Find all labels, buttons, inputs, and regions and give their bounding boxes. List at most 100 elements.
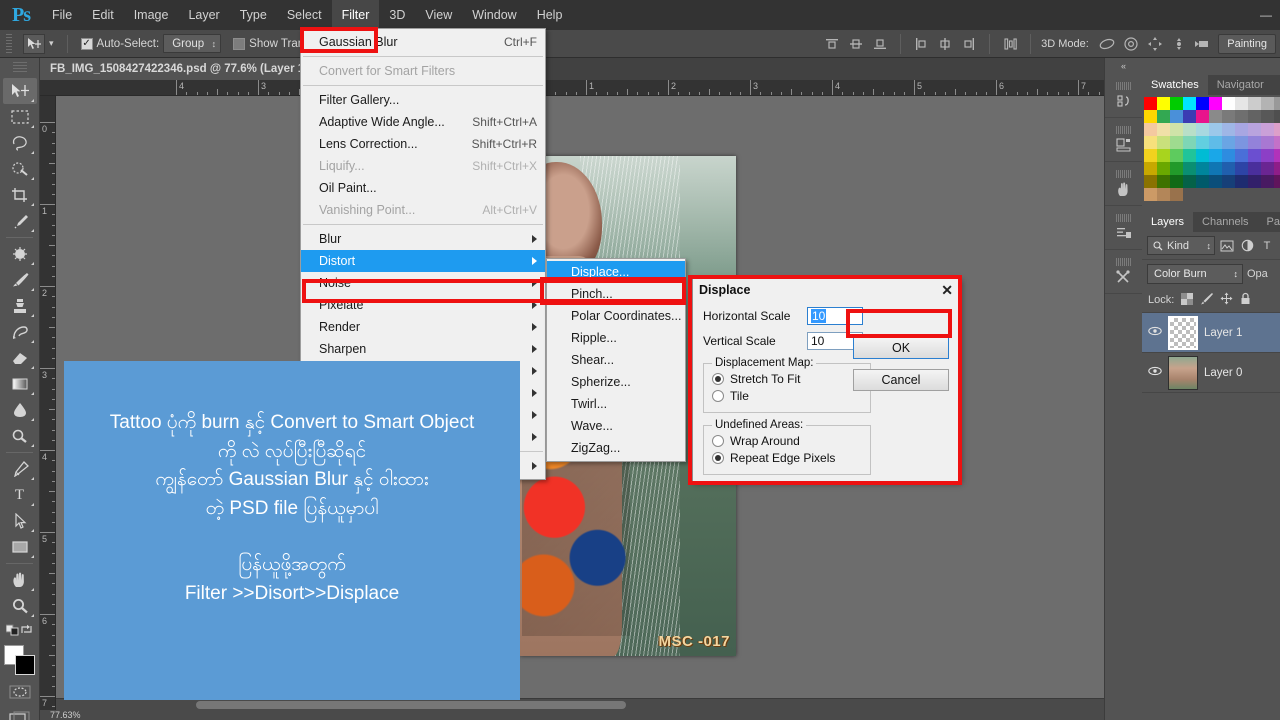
color-swatch[interactable] bbox=[1157, 188, 1170, 201]
tool-clone-stamp[interactable] bbox=[3, 293, 37, 319]
color-swatches[interactable] bbox=[3, 645, 37, 677]
tab-navigator[interactable]: Navigator bbox=[1208, 75, 1273, 95]
toolbox-grip[interactable] bbox=[12, 62, 27, 74]
horizontal-scale-input[interactable]: 10 bbox=[807, 307, 863, 325]
tool-spot-healing-brush[interactable] bbox=[3, 241, 37, 267]
layer-visibility-icon[interactable] bbox=[1148, 366, 1162, 379]
radio-repeat-edge-pixels[interactable]: Repeat Edge Pixels bbox=[712, 451, 862, 465]
tool-path-selection[interactable] bbox=[3, 508, 37, 534]
layer-name[interactable]: Layer 0 bbox=[1204, 367, 1242, 379]
3d-panel-icon[interactable] bbox=[1105, 118, 1143, 162]
menu-layer[interactable]: Layer bbox=[178, 0, 229, 30]
history-panel-icon[interactable] bbox=[1105, 74, 1143, 118]
transparency-lock-icon[interactable] bbox=[1181, 292, 1194, 308]
submenu-item-wave[interactable]: Wave... bbox=[547, 415, 685, 437]
radio-icon[interactable] bbox=[712, 435, 724, 447]
3d-pan-icon[interactable] bbox=[1146, 35, 1164, 53]
workspace-switcher[interactable]: Painting bbox=[1218, 33, 1276, 54]
color-swatch[interactable] bbox=[1274, 162, 1280, 175]
tool-blur[interactable] bbox=[3, 397, 37, 423]
tool-quick-selection[interactable] bbox=[3, 156, 37, 182]
tool-history-brush[interactable] bbox=[3, 319, 37, 345]
color-swatch[interactable] bbox=[1261, 123, 1274, 136]
quick-mask-toggle[interactable] bbox=[3, 679, 37, 705]
show-transform-group[interactable]: ✓ Show Tran bbox=[227, 33, 310, 55]
align-left-edges-icon[interactable] bbox=[912, 35, 930, 53]
tool-rectangle[interactable] bbox=[3, 534, 37, 560]
color-swatch[interactable] bbox=[1144, 175, 1157, 188]
radio-icon[interactable] bbox=[712, 452, 724, 464]
menu-item-lens-correction[interactable]: Lens Correction... Shift+Ctrl+R bbox=[301, 133, 545, 155]
color-swatch[interactable] bbox=[1196, 162, 1209, 175]
menu-item-liquify[interactable]: Liquify... Shift+Ctrl+X bbox=[301, 155, 545, 177]
color-swatch[interactable] bbox=[1157, 136, 1170, 149]
color-swatch[interactable] bbox=[1274, 136, 1280, 149]
menu-item-filter-gallery[interactable]: Filter Gallery... bbox=[301, 89, 545, 111]
align-vertical-centers-icon[interactable] bbox=[847, 35, 865, 53]
all-lock-icon[interactable] bbox=[1240, 292, 1251, 308]
submenu-item-zigzag[interactable]: ZigZag... bbox=[547, 437, 685, 459]
color-swatch[interactable] bbox=[1157, 110, 1170, 123]
menu-item-gaussian-blur[interactable]: Gaussian Blur Ctrl+F bbox=[301, 31, 545, 53]
layer-thumbnail[interactable] bbox=[1168, 355, 1198, 390]
tool-eraser[interactable] bbox=[3, 345, 37, 371]
tool-presets-panel-icon[interactable] bbox=[1105, 250, 1143, 294]
tool-pen[interactable] bbox=[3, 456, 37, 482]
color-swatch[interactable] bbox=[1235, 136, 1248, 149]
color-swatch[interactable] bbox=[1222, 123, 1235, 136]
color-swatch[interactable] bbox=[1144, 149, 1157, 162]
paragraph-panel-icon[interactable] bbox=[1105, 206, 1143, 250]
radio-icon[interactable] bbox=[712, 373, 724, 385]
menu-item-noise[interactable]: Noise bbox=[301, 272, 545, 294]
color-swatch[interactable] bbox=[1144, 188, 1157, 201]
layer-visibility-icon[interactable] bbox=[1148, 326, 1162, 339]
color-swatch[interactable] bbox=[1196, 136, 1209, 149]
tool-hand[interactable] bbox=[3, 567, 37, 593]
color-swatch[interactable] bbox=[1157, 162, 1170, 175]
tool-eyedropper[interactable] bbox=[3, 208, 37, 234]
background-color-swatch[interactable] bbox=[14, 655, 35, 675]
color-swatch[interactable] bbox=[1144, 97, 1157, 110]
color-swatch[interactable] bbox=[1209, 123, 1222, 136]
color-swatch[interactable] bbox=[1144, 123, 1157, 136]
color-swatch[interactable] bbox=[1170, 123, 1183, 136]
color-swatch[interactable] bbox=[1183, 175, 1196, 188]
color-swatch[interactable] bbox=[1209, 97, 1222, 110]
menu-help[interactable]: Help bbox=[527, 0, 573, 30]
auto-select-group[interactable]: ✓ Auto-Select: Group bbox=[75, 33, 228, 55]
color-swatch[interactable] bbox=[1261, 110, 1274, 123]
color-swatch[interactable] bbox=[1222, 175, 1235, 188]
color-swatch[interactable] bbox=[1170, 149, 1183, 162]
minimize-icon[interactable]: — bbox=[1252, 0, 1280, 30]
color-swatch[interactable] bbox=[1248, 162, 1261, 175]
color-swatch[interactable] bbox=[1183, 162, 1196, 175]
color-swatch[interactable] bbox=[1248, 123, 1261, 136]
color-swatch[interactable] bbox=[1170, 97, 1183, 110]
active-tool-indicator[interactable]: ▾ bbox=[17, 33, 60, 55]
3d-slide-icon[interactable] bbox=[1170, 35, 1188, 53]
menu-window[interactable]: Window bbox=[462, 0, 526, 30]
color-swatch[interactable] bbox=[1222, 136, 1235, 149]
options-bar-grip[interactable] bbox=[6, 33, 12, 54]
tool-brush[interactable] bbox=[3, 267, 37, 293]
auto-select-checkbox[interactable]: ✓ bbox=[80, 37, 93, 50]
color-swatch[interactable] bbox=[1274, 110, 1280, 123]
default-colors-icon[interactable] bbox=[5, 623, 19, 641]
color-swatch[interactable] bbox=[1248, 149, 1261, 162]
color-swatch[interactable] bbox=[1235, 110, 1248, 123]
clone-source-panel-icon[interactable] bbox=[1105, 162, 1143, 206]
color-swatch[interactable] bbox=[1274, 175, 1280, 188]
menu-3d[interactable]: 3D bbox=[379, 0, 415, 30]
scrollbar-thumb[interactable] bbox=[196, 701, 626, 709]
menu-view[interactable]: View bbox=[415, 0, 462, 30]
color-swatch[interactable] bbox=[1261, 162, 1274, 175]
tab-layers[interactable]: Layers bbox=[1142, 212, 1194, 232]
color-swatch[interactable] bbox=[1274, 149, 1280, 162]
layer-row-layer-0[interactable]: Layer 0 bbox=[1142, 353, 1280, 393]
color-swatch[interactable] bbox=[1209, 149, 1222, 162]
color-swatch[interactable] bbox=[1235, 149, 1248, 162]
color-swatch[interactable] bbox=[1222, 110, 1235, 123]
color-swatch[interactable] bbox=[1196, 149, 1209, 162]
3d-roll-icon[interactable] bbox=[1122, 35, 1140, 53]
vertical-ruler[interactable]: 0 1 2 3 4 5 6 7 bbox=[40, 96, 56, 710]
